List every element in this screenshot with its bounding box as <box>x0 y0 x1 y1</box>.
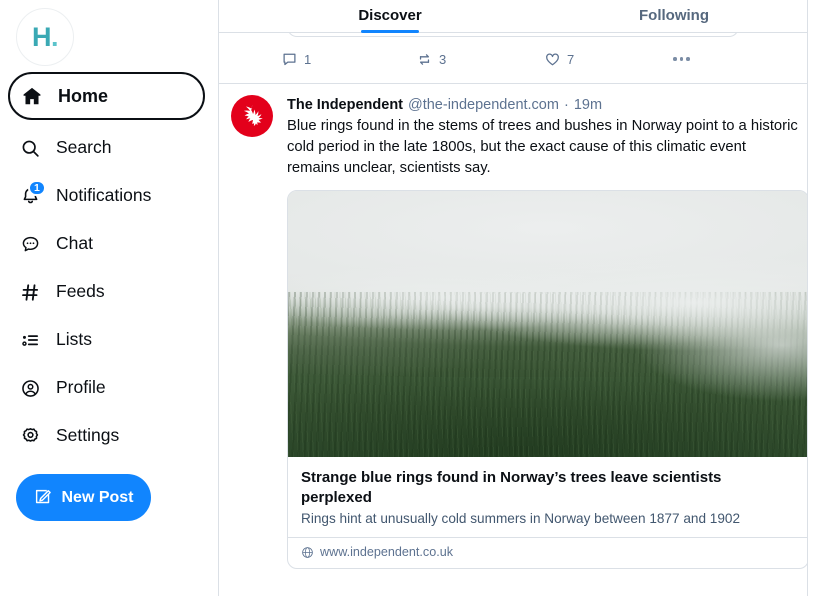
new-post-label: New Post <box>61 488 134 506</box>
chat-bubble-icon <box>18 232 42 256</box>
logo-label: H. <box>31 21 59 52</box>
link-embed-title: Strange blue rings found in Norway’s tre… <box>301 468 722 506</box>
post-body: The Independent @the-independent.com · 1… <box>287 85 807 570</box>
active-tab-indicator <box>361 30 419 33</box>
post-timestamp[interactable]: 19m <box>574 96 602 115</box>
feed-tabs: Discover Following <box>219 0 807 33</box>
more-options-button[interactable] <box>671 46 731 72</box>
repost-icon <box>419 53 430 65</box>
hash-icon <box>18 280 42 304</box>
feed-column: Discover Following 1 3 7 The Independent… <box>219 0 808 596</box>
tab-following[interactable]: Following <box>585 0 763 33</box>
sidebar: H. Home Search 1 Notifications Chat Feed… <box>0 0 219 596</box>
sidebar-item-chat[interactable]: Chat <box>8 224 205 264</box>
new-post-button[interactable]: New Post <box>16 474 151 521</box>
ellipsis-icon <box>671 57 690 61</box>
home-icon <box>20 84 44 108</box>
link-embed-description: Rings hint at unusually cold summers in … <box>301 511 741 527</box>
link-embed-domain: www.independent.co.uk <box>320 545 454 560</box>
heart-icon <box>546 52 559 65</box>
link-embed-domain-row: www.independent.co.uk <box>288 537 807 568</box>
notification-badge: 1 <box>28 180 46 196</box>
sidebar-item-notifications[interactable]: 1 Notifications <box>8 176 205 216</box>
tab-discover[interactable]: Discover <box>301 0 479 33</box>
search-icon <box>18 136 42 160</box>
sidebar-item-home[interactable]: Home <box>8 72 205 120</box>
app-logo[interactable]: H. <box>16 8 74 66</box>
bell-icon: 1 <box>18 180 46 208</box>
previous-post: 1 3 7 <box>219 19 807 84</box>
reply-icon <box>283 53 296 65</box>
repost-count: 3 <box>439 51 447 67</box>
avatar[interactable] <box>231 95 273 137</box>
sidebar-item-label: Feeds <box>56 281 105 302</box>
tab-label: Following <box>639 7 709 24</box>
previous-post-action-bar: 1 3 7 <box>281 46 751 72</box>
eagle-logo-icon <box>243 105 263 127</box>
link-embed-text: Strange blue rings found in Norway’s tre… <box>288 457 807 537</box>
meta-separator: · <box>563 97 569 113</box>
list-icon <box>18 328 42 352</box>
sidebar-item-label: Lists <box>56 329 92 350</box>
tab-label: Discover <box>358 7 422 24</box>
reply-button[interactable]: 1 <box>281 46 416 72</box>
sidebar-nav: Home Search 1 Notifications Chat Feeds L… <box>8 72 218 456</box>
embed-image-mist-layer <box>288 190 807 457</box>
post-meta: The Independent @the-independent.com · 1… <box>287 96 807 115</box>
like-count: 7 <box>567 51 575 67</box>
post-text: Blue rings found in the stems of trees a… <box>287 117 798 176</box>
sidebar-item-lists[interactable]: Lists <box>8 320 205 360</box>
author-name[interactable]: The Independent <box>287 96 403 115</box>
link-embed-card[interactable]: Strange blue rings found in Norway’s tre… <box>287 189 807 570</box>
sidebar-item-label: Settings <box>56 425 120 446</box>
sidebar-item-search[interactable]: Search <box>8 128 205 168</box>
gear-icon <box>18 424 42 448</box>
author-handle[interactable]: @the-independent.com <box>408 96 559 115</box>
user-circle-icon <box>18 376 42 400</box>
sidebar-item-label: Chat <box>56 233 93 254</box>
reply-count: 1 <box>304 51 312 67</box>
sidebar-item-label: Home <box>58 86 109 106</box>
link-embed-image <box>288 190 807 457</box>
sidebar-item-profile[interactable]: Profile <box>8 368 205 408</box>
compose-icon <box>33 487 52 509</box>
sidebar-item-label: Notifications <box>56 185 152 206</box>
sidebar-item-feeds[interactable]: Feeds <box>8 272 205 312</box>
globe-icon <box>302 547 313 558</box>
main-content: Discover Following 1 3 7 The Independent… <box>219 0 822 596</box>
like-button[interactable]: 7 <box>544 46 671 72</box>
sidebar-item-label: Profile <box>56 377 106 398</box>
sidebar-item-label: Search <box>56 137 112 158</box>
post: The Independent @the-independent.com · 1… <box>219 85 807 570</box>
right-gutter <box>809 0 822 596</box>
sidebar-item-settings[interactable]: Settings <box>8 416 205 456</box>
repost-button[interactable]: 3 <box>416 46 544 72</box>
app-root: H. Home Search 1 Notifications Chat Feed… <box>0 0 822 596</box>
